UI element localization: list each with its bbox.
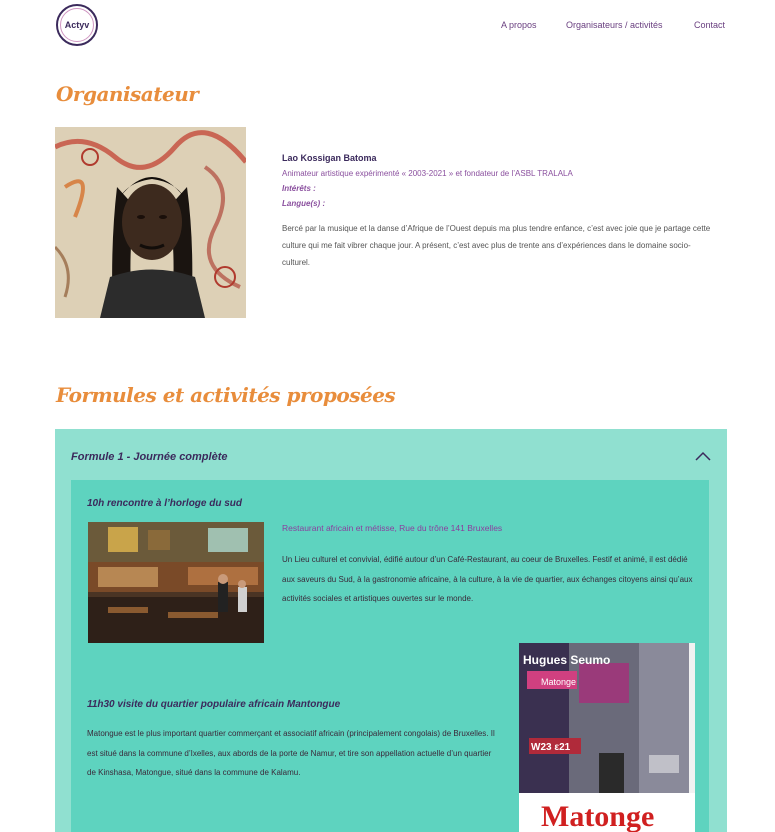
activity-1-title: 10h rencontre à l’horloge du sud bbox=[87, 498, 243, 509]
organizer-portrait bbox=[55, 127, 246, 318]
organizer-info: Lao Kossigan Batoma Animateur artistique… bbox=[282, 153, 712, 271]
organizer-section-title: Organisateur bbox=[56, 82, 199, 106]
formula-1-title[interactable]: Formule 1 - Journée complète bbox=[71, 451, 227, 463]
nav-link-about[interactable]: A propos bbox=[501, 20, 537, 30]
book-street-sign: W23 ε21 bbox=[531, 742, 571, 753]
formula-1-panel: 10h rencontre à l’horloge du sud Restaur… bbox=[71, 480, 709, 832]
organizer-languages-label: Langue(s) : bbox=[282, 199, 326, 208]
book-shop-sign: Matonge bbox=[541, 677, 576, 687]
formula-accordion: Formule 1 - Journée complète 10h rencont… bbox=[55, 429, 727, 832]
organizer-name: Lao Kossigan Batoma bbox=[282, 153, 377, 163]
nav-link-contact[interactable]: Contact bbox=[694, 20, 725, 30]
restaurant-address: Restaurant africain et métisse, Rue du t… bbox=[282, 523, 503, 533]
book-cover-illustration: Hugues Seumo Matonge W23 ε21 Matonge bbox=[519, 643, 695, 832]
restaurant-photo bbox=[88, 522, 264, 643]
nav-item-organizers[interactable]: Organisateurs / activités bbox=[566, 20, 663, 30]
organizer-role: Animateur artistique expérimenté « 2003-… bbox=[282, 169, 573, 178]
organizer-interests-label: Intérêts : bbox=[282, 184, 316, 193]
book-author: Hugues Seumo bbox=[523, 653, 610, 667]
portrait-illustration bbox=[55, 127, 246, 318]
activity-2-description: Matongue est le plus important quartier … bbox=[87, 729, 495, 777]
activities-section-title: Formules et activités proposées bbox=[56, 383, 396, 407]
nav-link-organizers[interactable]: Organisateurs / activités bbox=[566, 20, 663, 30]
nav-item-contact[interactable]: Contact bbox=[694, 20, 725, 30]
activity-1-description: Un Lieu culturel et convivial, édifié au… bbox=[282, 555, 693, 603]
book-title: Matonge bbox=[541, 800, 654, 832]
organizer-bio: Bercé par la musique et la danse d’Afriq… bbox=[282, 224, 711, 267]
logo-text: Actyv bbox=[64, 20, 90, 30]
site-logo[interactable]: Actyv bbox=[56, 4, 98, 46]
restaurant-illustration bbox=[88, 522, 264, 643]
activity-2-title: 11h30 visite du quartier populaire afric… bbox=[87, 699, 341, 710]
chevron-up-icon[interactable] bbox=[695, 449, 711, 463]
book-cover-matonge: Hugues Seumo Matonge W23 ε21 Matonge bbox=[519, 643, 695, 832]
nav-item-about[interactable]: A propos bbox=[501, 20, 537, 30]
